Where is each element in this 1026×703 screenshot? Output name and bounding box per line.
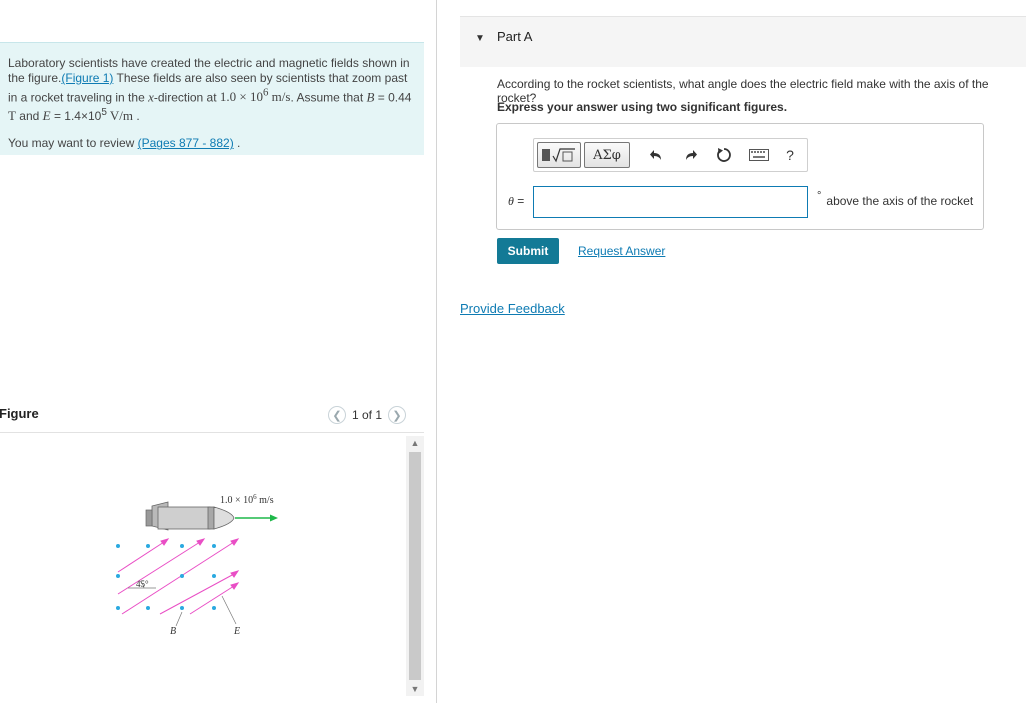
rocket	[145, 501, 235, 531]
part-title: Part A	[497, 29, 533, 44]
problem-statement: Laboratory scientists have created the e…	[0, 42, 424, 155]
help-icon[interactable]: ?	[777, 142, 803, 168]
problem-text: Laboratory scientists have created the e…	[8, 56, 416, 124]
speed-mantissa: 1.0 × 10	[219, 89, 263, 105]
provide-feedback-link[interactable]: Provide Feedback	[460, 301, 565, 316]
template-sqrt-icon[interactable]	[537, 142, 581, 168]
scroll-down-icon[interactable]: ▼	[406, 682, 424, 696]
b-unit: T	[8, 108, 16, 124]
e-symbol: E	[42, 108, 51, 124]
intro-text-4: . Assume that	[290, 90, 367, 105]
keyboard-icon[interactable]	[746, 142, 772, 168]
intro-end: .	[133, 109, 140, 124]
submit-button[interactable]: Submit	[497, 238, 559, 264]
reset-icon[interactable]	[711, 142, 737, 168]
b-label: B	[170, 626, 176, 637]
velocity-label: 1.0 × 106 m/s	[220, 493, 274, 506]
speed-unit: m/s	[268, 89, 291, 105]
undo-icon[interactable]	[643, 142, 669, 168]
e-label: E	[233, 626, 240, 637]
request-answer-link[interactable]: Request Answer	[578, 244, 665, 258]
variable-label: θ =	[508, 194, 524, 209]
pager-count: 1 of 1	[352, 408, 383, 422]
review-suffix: .	[233, 136, 241, 151]
greek-symbols-button[interactable]: ΑΣφ	[584, 142, 630, 168]
answer-input[interactable]	[533, 186, 808, 218]
figure-title: Figure	[0, 406, 39, 421]
figure-link[interactable]: (Figure 1)	[61, 71, 113, 85]
angle-label: 45°	[136, 579, 149, 589]
speed-value: 1.0 × 106 m/s	[219, 87, 291, 105]
review-pages-link[interactable]: (Pages 877 - 882)	[138, 136, 234, 150]
unit-text: above the axis of the rocket	[826, 194, 974, 208]
velocity-mantissa: 1.0 × 10	[220, 495, 253, 506]
scroll-up-icon[interactable]: ▲	[406, 436, 424, 450]
e-value: = 1.4×10	[50, 109, 102, 124]
e-unit: V/m	[106, 108, 134, 124]
scroll-thumb[interactable]	[409, 452, 421, 680]
velocity-arrow	[235, 514, 278, 522]
velocity-unit: m/s	[257, 495, 274, 506]
panel-divider	[436, 0, 437, 703]
chevron-left-icon[interactable]: ❮	[328, 406, 346, 424]
equals-sign: =	[513, 194, 525, 208]
review-text: You may want to review (Pages 877 - 882)…	[8, 136, 416, 151]
figure-illustration: 1.0 × 106 m/s 45° B E	[116, 493, 278, 637]
intro-text-3: -direction at	[153, 90, 220, 105]
caret-down-icon[interactable]: ▼	[475, 33, 485, 44]
review-prefix: You may want to review	[8, 136, 138, 151]
instruction-text: Express your answer using two significan…	[497, 100, 788, 114]
figure-pager: ❮ 1 of 1 ❯	[328, 406, 407, 424]
redo-icon[interactable]	[678, 142, 704, 168]
degree-symbol: °	[817, 190, 822, 202]
magnetic-field-dots	[116, 544, 216, 610]
figure-scrollbar[interactable]: ▲ ▼	[406, 436, 424, 696]
chevron-right-icon[interactable]: ❯	[388, 406, 407, 424]
math-toolbar: ΑΣφ ?	[533, 138, 808, 172]
electric-field-lines	[117, 538, 240, 615]
answer-box: ΑΣφ ? θ = ° above the axis of the rocket	[496, 123, 984, 230]
answer-unit: ° above the axis of the rocket	[817, 190, 974, 208]
figure-header-divider	[0, 432, 424, 433]
part-a-header[interactable]: ▼ Part A	[460, 16, 1026, 67]
b-value: = 0.44	[374, 90, 412, 105]
and-text: and	[15, 109, 43, 124]
